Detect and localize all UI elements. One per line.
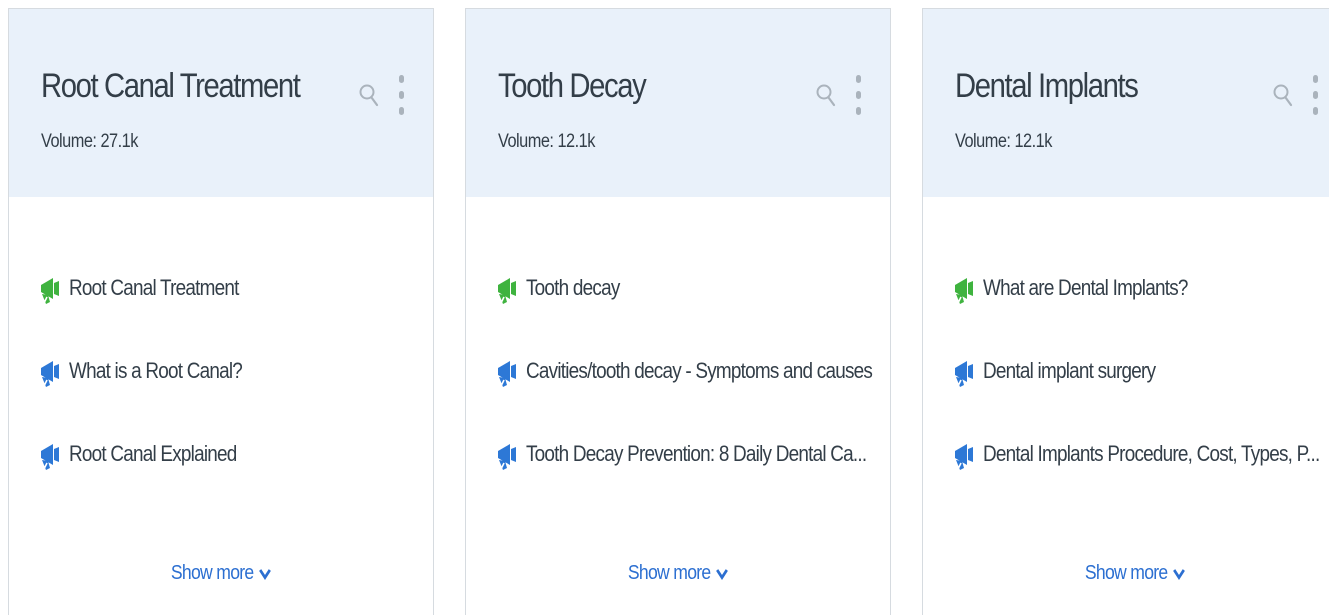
blue-rank-icon bbox=[41, 444, 59, 470]
card-header: Tooth Decay Volume: 12.1k bbox=[466, 9, 890, 197]
show-more-link[interactable]: Show more bbox=[9, 562, 433, 585]
result-item[interactable]: Dental Implants Procedure, Cost, Types, … bbox=[953, 439, 1329, 522]
blue-rank-icon bbox=[955, 361, 973, 387]
result-item[interactable]: What is a Root Canal? bbox=[39, 356, 423, 439]
search-icon[interactable] bbox=[816, 83, 836, 107]
card-title: Tooth Decay bbox=[498, 67, 647, 105]
green-rank-icon bbox=[41, 278, 59, 304]
result-title: Dental implant surgery bbox=[983, 358, 1156, 383]
more-options-icon[interactable] bbox=[1311, 75, 1319, 115]
more-options-icon[interactable] bbox=[397, 75, 405, 115]
blue-rank-icon bbox=[498, 361, 516, 387]
blue-rank-icon bbox=[498, 444, 516, 470]
card-volume: Volume: 27.1k bbox=[41, 131, 138, 152]
show-more-link[interactable]: Show more bbox=[923, 562, 1329, 585]
topic-card-tooth-decay: Tooth Decay Volume: 12.1k Tooth decay Ca… bbox=[465, 8, 891, 615]
results-list: Tooth decay Cavities/tooth decay - Sympt… bbox=[496, 273, 880, 522]
header-actions bbox=[1273, 75, 1319, 115]
show-more-link[interactable]: Show more bbox=[466, 562, 890, 585]
card-header: Dental Implants Volume: 12.1k bbox=[923, 9, 1329, 197]
result-item[interactable]: Tooth Decay Prevention: 8 Daily Dental C… bbox=[496, 439, 880, 522]
topic-card-dental-implants: Dental Implants Volume: 12.1k What are D… bbox=[922, 8, 1329, 615]
search-icon[interactable] bbox=[1273, 83, 1293, 107]
show-more-label: Show more bbox=[1084, 562, 1168, 584]
blue-rank-icon bbox=[955, 444, 973, 470]
blue-rank-icon bbox=[41, 361, 59, 387]
result-item[interactable]: What are Dental Implants? bbox=[953, 273, 1329, 356]
card-title: Dental Implants bbox=[955, 67, 1139, 105]
green-rank-icon bbox=[955, 278, 973, 304]
header-actions bbox=[816, 75, 862, 115]
result-title: Dental Implants Procedure, Cost, Types, … bbox=[983, 441, 1320, 466]
chevron-down-icon bbox=[716, 568, 728, 580]
result-item[interactable]: Root Canal Treatment bbox=[39, 273, 423, 356]
card-header: Root Canal Treatment Volume: 27.1k bbox=[9, 9, 433, 197]
result-title: Tooth decay bbox=[526, 275, 620, 300]
result-title: Root Canal Explained bbox=[69, 441, 237, 466]
card-title: Root Canal Treatment bbox=[41, 67, 301, 105]
results-list: Root Canal Treatment What is a Root Cana… bbox=[39, 273, 423, 522]
results-list: What are Dental Implants? Dental implant… bbox=[953, 273, 1329, 522]
header-actions bbox=[359, 75, 405, 115]
topic-cards-board: Root Canal Treatment Volume: 27.1k Root … bbox=[0, 0, 1329, 615]
result-title: What are Dental Implants? bbox=[983, 275, 1188, 300]
green-rank-icon bbox=[498, 278, 516, 304]
topic-card-root-canal: Root Canal Treatment Volume: 27.1k Root … bbox=[8, 8, 434, 615]
search-icon[interactable] bbox=[359, 83, 379, 107]
card-volume: Volume: 12.1k bbox=[498, 131, 595, 152]
result-title: What is a Root Canal? bbox=[69, 358, 243, 383]
chevron-down-icon bbox=[1173, 568, 1185, 580]
more-options-icon[interactable] bbox=[854, 75, 862, 115]
result-item[interactable]: Root Canal Explained bbox=[39, 439, 423, 522]
card-volume: Volume: 12.1k bbox=[955, 131, 1052, 152]
result-title: Cavities/tooth decay - Symptoms and caus… bbox=[526, 358, 873, 383]
show-more-label: Show more bbox=[627, 562, 711, 584]
result-title: Root Canal Treatment bbox=[69, 275, 239, 300]
result-item[interactable]: Cavities/tooth decay - Symptoms and caus… bbox=[496, 356, 880, 439]
show-more-label: Show more bbox=[170, 562, 254, 584]
result-item[interactable]: Dental implant surgery bbox=[953, 356, 1329, 439]
result-item[interactable]: Tooth decay bbox=[496, 273, 880, 356]
chevron-down-icon bbox=[259, 568, 271, 580]
result-title: Tooth Decay Prevention: 8 Daily Dental C… bbox=[526, 441, 867, 466]
